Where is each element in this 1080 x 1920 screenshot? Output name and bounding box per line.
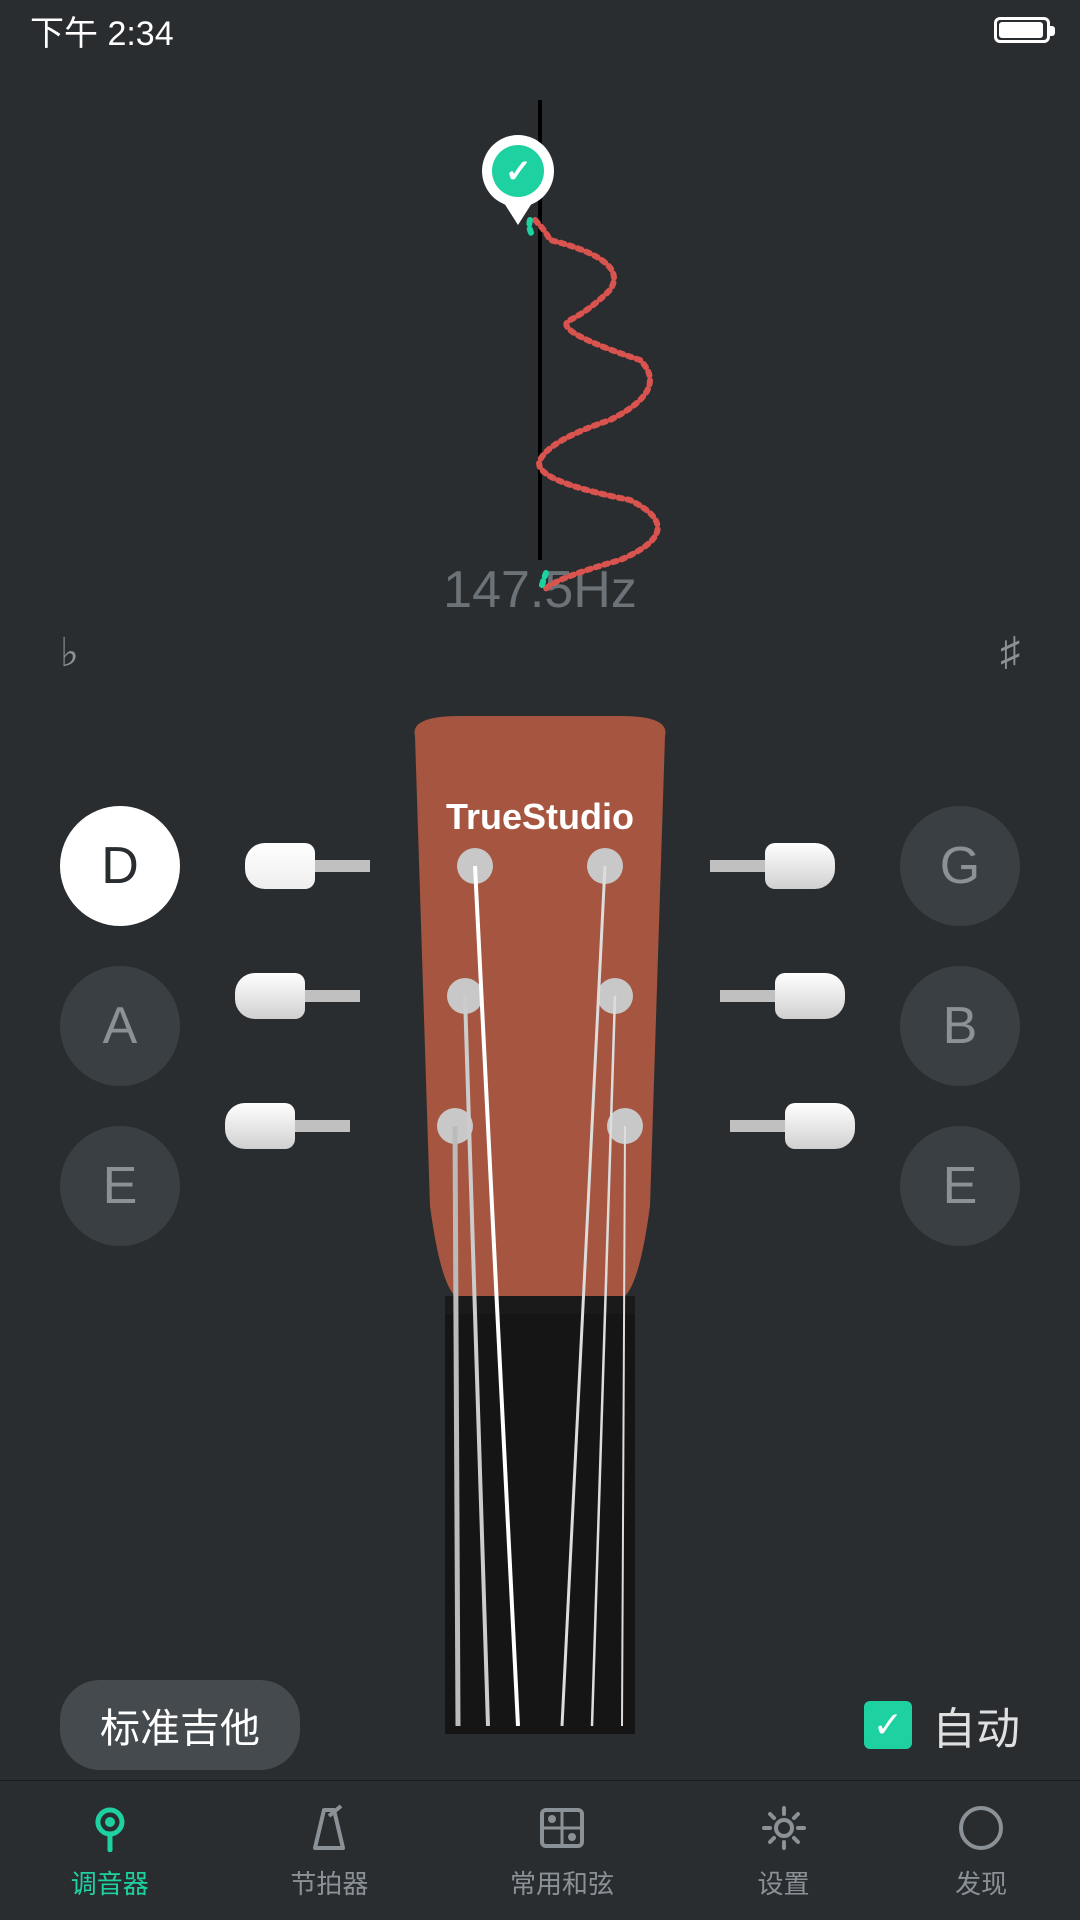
nav-label: 调音器 — [71, 1864, 149, 1901]
compass-icon — [953, 1800, 1009, 1856]
sharp-symbol: ♯ — [1000, 630, 1020, 676]
nav-discover[interactable]: 发现 — [953, 1800, 1009, 1901]
nav-metronome[interactable]: 节拍器 — [290, 1800, 368, 1901]
nav-label: 常用和弦 — [510, 1864, 614, 1901]
pitch-wave-trail — [350, 215, 730, 595]
check-icon: ✓ — [492, 145, 544, 197]
nav-chords[interactable]: 常用和弦 — [510, 1800, 614, 1901]
chords-icon — [534, 1800, 590, 1856]
nav-label: 设置 — [758, 1864, 810, 1901]
status-time: 下午 2:34 — [30, 6, 174, 55]
nav-label: 节拍器 — [290, 1864, 368, 1901]
status-bar: 下午 2:34 — [0, 0, 1080, 60]
tuning-indicator-pin: ✓ — [482, 135, 554, 207]
nav-settings[interactable]: 设置 — [756, 1800, 812, 1901]
flat-sharp-indicators: ♭ ♯ — [0, 620, 1080, 706]
battery-icon — [994, 17, 1050, 43]
metronome-icon — [301, 1800, 357, 1856]
tuner-icon — [82, 1800, 138, 1856]
tuner-display: ✓ 147.5Hz — [0, 60, 1080, 620]
gear-icon — [756, 1800, 812, 1856]
flat-symbol: ♭ — [60, 630, 79, 676]
bottom-nav: 调音器 节拍器 常用和弦 设置 发现 — [0, 1780, 1080, 1920]
guitar-strings — [0, 706, 1080, 1726]
nav-label: 发现 — [955, 1864, 1007, 1901]
nav-tuner[interactable]: 调音器 — [71, 1800, 149, 1901]
guitar-headstock-area: TrueStudio D A E G B E — [0, 706, 1080, 1726]
